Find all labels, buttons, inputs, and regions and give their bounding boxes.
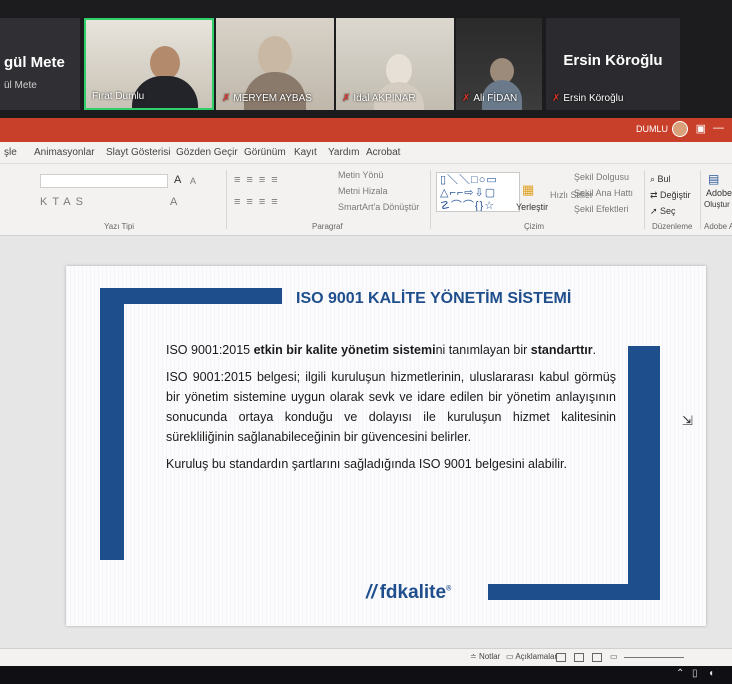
person-head [258, 36, 292, 76]
frame-bar-bottom [488, 584, 660, 600]
muted-mic-icon: ✗ [462, 93, 471, 104]
frame-bar-top [100, 288, 282, 304]
arrange-button[interactable]: Yerleştir [516, 202, 548, 212]
powerpoint-title-bar: DUMLU ▣ — [0, 118, 732, 142]
align-text-button[interactable]: Metni Hizala [338, 186, 388, 196]
slideshow-view-icon[interactable]: ▭ [610, 652, 618, 661]
slide-sorter-icon[interactable] [574, 653, 584, 662]
status-bar: ≐ Notlar ▭ Açıklamalar ▭ [0, 648, 732, 666]
participant-subname: ül Mete [4, 80, 37, 91]
group-label-editing: Düzenleme [652, 222, 693, 231]
comments-button[interactable]: ▭ Açıklamalar [506, 652, 557, 661]
tab-home[interactable]: şle [4, 147, 17, 158]
notes-button[interactable]: ≐ Notlar [470, 652, 500, 661]
group-label-paragraph: Paragraf [312, 222, 343, 231]
shape-fill-button[interactable]: Şekil Dolgusu [574, 172, 629, 182]
mouse-cursor-icon: ⇲ [682, 413, 693, 428]
tab-slideshow[interactable]: Slayt Gösterisi [106, 147, 170, 158]
muted-mic-icon: ✗ [342, 93, 351, 104]
grow-font-button[interactable]: A [174, 174, 181, 186]
zoom-slider[interactable] [624, 657, 684, 658]
person-head [150, 46, 180, 80]
adobe-pdf-icon: ▤ [708, 172, 720, 186]
muted-mic-icon: ✗ [552, 93, 561, 104]
find-button[interactable]: ⌕ Bul [650, 174, 671, 185]
frame-bar-left [100, 288, 124, 560]
shape-effects-button[interactable]: Şekil Efektleri [574, 204, 629, 214]
windows-taskbar: ⌃ ▯ ◖ [0, 666, 732, 684]
tab-view[interactable]: Görünüm [244, 147, 286, 158]
user-name: DUMLU [635, 124, 668, 134]
group-separator [644, 170, 645, 229]
participant-tile-partial[interactable]: gül Mete ül Mete [0, 18, 80, 110]
replace-button[interactable]: ⇄ Değiştir [650, 190, 691, 201]
select-button[interactable]: ➚ Seç [650, 206, 676, 217]
list-buttons[interactable]: ≡≡≡≡ [234, 174, 284, 186]
paragraph-1: ISO 9001:2015 etkin bir kalite yönetim s… [166, 343, 597, 357]
group-separator [430, 170, 431, 229]
group-label-adobe: Adobe Acr [704, 222, 732, 231]
participant-name-large: gül Mete [4, 54, 65, 71]
shapes-gallery[interactable]: ▯＼＼□○▭ △⌐⌐⇨⇩▢ ☡⌒⌒{}☆ [436, 172, 520, 212]
shape-outline-button[interactable]: Şekil Ana Hattı [574, 188, 633, 198]
ribbon-display-icon[interactable]: ▣ [696, 122, 706, 135]
reading-view-icon[interactable] [592, 653, 602, 662]
ribbon: A A KTAS A Yazı Tipi ≡≡≡≡ ≡≡≡≡ Metin Yön… [0, 164, 732, 236]
participant-tile-firat[interactable]: Fırat Dumlu [84, 18, 214, 110]
participant-name: Fırat Dumlu [92, 91, 145, 102]
paragraph-2: ISO 9001:2015 belgesi; ilgili kuruluşun … [166, 370, 616, 444]
ribbon-tabs: şle Animasyonlar Slayt Gösterisi Gözden … [0, 142, 732, 164]
participant-name: ✗ MERYEM AYBAS [222, 93, 312, 104]
frame-bar-right [628, 346, 660, 600]
font-color-button[interactable]: A [170, 196, 177, 208]
normal-view-icon[interactable] [556, 653, 566, 662]
logo-mark-icon: // [366, 582, 377, 603]
group-label-drawing: Çizim [524, 222, 544, 231]
slide-title[interactable]: ISO 9001 KALİTE YÖNETİM SİSTEMİ [296, 290, 571, 308]
participant-tile-ersin[interactable]: Ersin Köroğlu ✗ Ersin Köroğlu [546, 18, 680, 110]
participant-tile-idal[interactable]: ✗ İdal AKPINAR [336, 18, 454, 110]
cursor-icon: ➚ [650, 206, 661, 216]
battery-icon[interactable]: ▯ [692, 668, 698, 679]
text-direction-button[interactable]: Metin Yönü [338, 170, 383, 180]
speaker-icon[interactable]: ◖ [708, 668, 714, 679]
chevron-up-icon[interactable]: ⌃ [676, 668, 684, 679]
group-separator [700, 170, 701, 229]
avatar[interactable] [672, 121, 688, 137]
adobe-create-button[interactable]: Adobe [706, 188, 732, 198]
tab-review[interactable]: Gözden Geçir [176, 147, 238, 158]
minimize-icon[interactable]: — [713, 122, 724, 134]
tab-help[interactable]: Yardım [328, 147, 360, 158]
align-buttons[interactable]: ≡≡≡≡ [234, 196, 284, 208]
smartart-button[interactable]: SmartArt'a Dönüştür [338, 202, 419, 212]
tab-animations[interactable]: Animasyonlar [34, 147, 95, 158]
shrink-font-button[interactable]: A [190, 176, 196, 186]
notes-icon: ≐ [470, 652, 479, 661]
replace-icon: ⇄ [650, 190, 661, 200]
fdkalite-logo: //fdkalite® [366, 582, 452, 603]
arrange-icon: ▦ [522, 182, 535, 197]
participant-name: ✗ Ali FİDAN [462, 93, 518, 104]
participant-tile-meryem[interactable]: ✗ MERYEM AYBAS [216, 18, 334, 110]
paragraph-3: Kuruluş bu standardın şartlarını sağladı… [166, 457, 567, 471]
participant-tile-ali[interactable]: ✗ Ali FİDAN [456, 18, 542, 110]
participant-name: ✗ İdal AKPINAR [342, 93, 416, 104]
comment-icon: ▭ [506, 652, 516, 661]
slide-body-text[interactable]: ISO 9001:2015 etkin bir kalite yönetim s… [166, 340, 616, 481]
video-participant-strip: gül Mete ül Mete Fırat Dumlu ✗ MERYEM AYB… [0, 0, 732, 118]
muted-mic-icon: ✗ [222, 93, 231, 104]
tab-record[interactable]: Kayıt [294, 147, 317, 158]
participant-name-large: Ersin Köroğlu [563, 52, 663, 69]
font-format-buttons[interactable]: KTAS [40, 196, 88, 208]
font-name-dropdown[interactable] [40, 174, 168, 188]
search-icon: ⌕ [650, 174, 658, 184]
participant-name: ✗ Ersin Köroğlu [552, 93, 624, 104]
adobe-create-sub: Oluştur ve [704, 200, 732, 209]
tab-acrobat[interactable]: Acrobat [366, 147, 400, 158]
group-separator [226, 170, 227, 229]
group-label-font: Yazı Tipi [104, 222, 135, 231]
